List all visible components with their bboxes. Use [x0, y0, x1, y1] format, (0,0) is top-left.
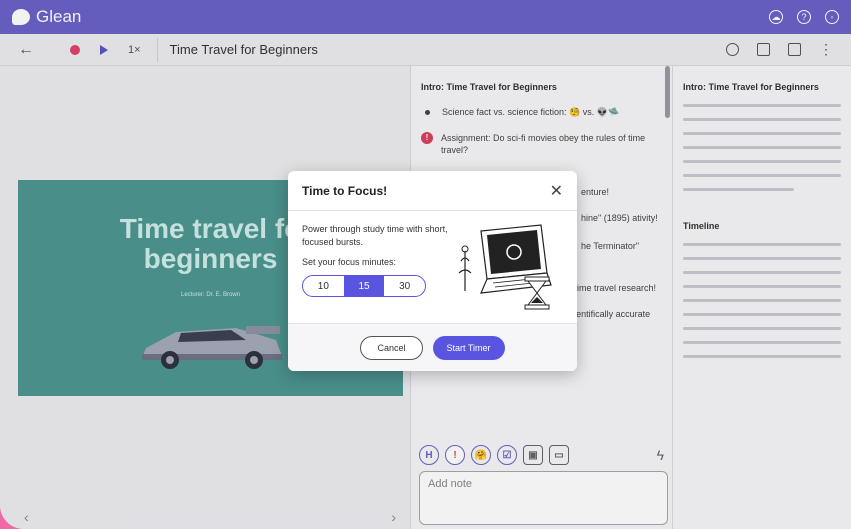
focus-minutes-selector: 10 15 30: [302, 275, 426, 297]
option-30-minutes[interactable]: 30: [384, 276, 425, 296]
laptop-hourglass-illustration: [458, 224, 552, 310]
option-10-minutes[interactable]: 10: [303, 276, 344, 296]
start-timer-button[interactable]: Start Timer: [432, 335, 505, 360]
option-15-minutes[interactable]: 15: [343, 276, 385, 296]
dialog-title: Time to Focus!: [302, 183, 388, 198]
close-icon[interactable]: ✕: [550, 181, 563, 201]
app-window: Glean ☁ ? ◦ ← 1× Time Travel for Beginne…: [0, 0, 851, 529]
cancel-button[interactable]: Cancel: [360, 335, 423, 360]
dialog-description: Power through study time with short, foc…: [302, 224, 448, 247]
focus-timer-dialog: Time to Focus! ✕ Power through study tim…: [288, 171, 577, 371]
